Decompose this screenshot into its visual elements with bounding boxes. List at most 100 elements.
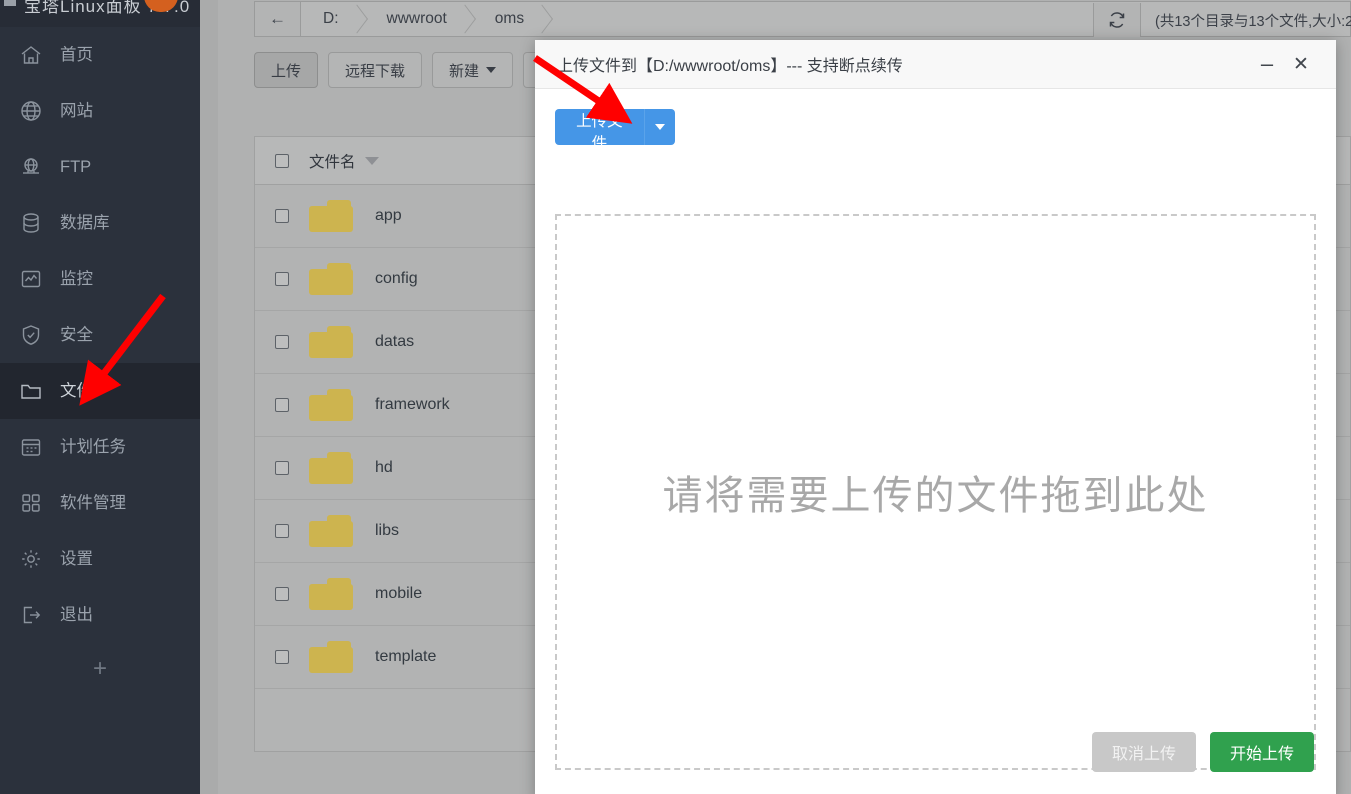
file-name: framework — [375, 396, 450, 414]
upload-file-button-group: 上传文件 — [555, 109, 675, 145]
breadcrumb-item-oms[interactable]: oms — [473, 2, 550, 36]
sidebar-item-label: 安全 — [60, 327, 93, 344]
file-name: config — [375, 270, 418, 288]
sidebar-item-label: FTP — [60, 159, 91, 176]
dialog-header: 上传文件到【D:/wwwroot/oms】--- 支持断点续传 – ✕ — [535, 40, 1336, 89]
sidebar-nav: 首页 网站 FTP — [0, 27, 200, 643]
row-select-cell — [255, 272, 309, 286]
sidebar-item-security[interactable]: 安全 — [0, 307, 200, 363]
sidebar-item-crontab[interactable]: 计划任务 — [0, 419, 200, 475]
folder-icon — [309, 452, 353, 484]
row-select-cell — [255, 587, 309, 601]
file-dropzone[interactable]: 请将需要上传的文件拖到此处 — [555, 214, 1316, 770]
brand-logo-icon — [4, 0, 16, 6]
close-icon[interactable]: ✕ — [1284, 47, 1318, 81]
sidebar-item-database[interactable]: 数据库 — [0, 195, 200, 251]
row-select-cell — [255, 398, 309, 412]
row-checkbox[interactable] — [275, 398, 289, 412]
dropzone-label: 请将需要上传的文件拖到此处 — [663, 463, 1209, 521]
row-checkbox[interactable] — [275, 209, 289, 223]
sidebar-item-label: 数据库 — [60, 215, 110, 232]
upload-dialog: 上传文件到【D:/wwwroot/oms】--- 支持断点续传 – ✕ 上传文件… — [535, 40, 1336, 794]
file-name: libs — [375, 522, 399, 540]
file-name: template — [375, 648, 436, 666]
row-checkbox[interactable] — [275, 272, 289, 286]
calendar-icon — [18, 434, 44, 460]
sidebar-item-label: 软件管理 — [60, 495, 126, 512]
new-button-label: 新建 — [449, 60, 479, 81]
sidebar-brand-bar: 宝塔Linux面板 7.7.0 — [0, 0, 200, 27]
sidebar: 宝塔Linux面板 7.7.0 首页 网站 — [0, 0, 200, 794]
folder-icon — [309, 263, 353, 295]
sidebar-add-button[interactable]: + — [0, 643, 200, 695]
sidebar-item-label: 首页 — [60, 47, 93, 64]
upload-button-label: 上传 — [271, 60, 301, 81]
row-select-cell — [255, 209, 309, 223]
sidebar-item-label: 监控 — [60, 271, 93, 288]
sidebar-item-label: 退出 — [60, 607, 93, 624]
select-all-cell — [255, 154, 309, 168]
breadcrumb: ← D: wwwroot oms (共13个目录与13个文件,大小:249.3 — [254, 1, 1351, 37]
file-name: hd — [375, 459, 393, 477]
column-header-filename[interactable]: 文件名 — [309, 150, 379, 172]
folder-icon — [309, 326, 353, 358]
breadcrumb-list: D: wwwroot oms — [301, 2, 550, 36]
column-header-label: 文件名 — [309, 150, 356, 172]
folder-icon — [309, 641, 353, 673]
sidebar-item-monitor[interactable]: 监控 — [0, 251, 200, 307]
upload-file-button[interactable]: 上传文件 — [555, 109, 644, 145]
sidebar-item-logout[interactable]: 退出 — [0, 587, 200, 643]
sidebar-item-label: 计划任务 — [60, 439, 126, 456]
start-upload-button[interactable]: 开始上传 — [1210, 732, 1314, 772]
row-checkbox[interactable] — [275, 650, 289, 664]
row-checkbox[interactable] — [275, 587, 289, 601]
sort-desc-icon — [365, 157, 379, 165]
sidebar-item-label: 文件 — [60, 383, 93, 400]
refresh-icon[interactable] — [1093, 3, 1141, 37]
minimize-icon[interactable]: – — [1250, 47, 1284, 81]
row-checkbox[interactable] — [275, 461, 289, 475]
sidebar-item-website[interactable]: 网站 — [0, 83, 200, 139]
chart-icon — [18, 266, 44, 292]
upload-options-button[interactable] — [644, 109, 675, 145]
new-button[interactable]: 新建 — [432, 52, 513, 88]
folder-icon — [309, 578, 353, 610]
select-all-checkbox[interactable] — [275, 154, 289, 168]
database-icon — [18, 210, 44, 236]
shield-icon — [18, 322, 44, 348]
sidebar-item-software[interactable]: 软件管理 — [0, 475, 200, 531]
sidebar-item-label: 设置 — [60, 551, 93, 568]
logout-icon — [18, 602, 44, 628]
remote-download-label: 远程下载 — [345, 60, 405, 81]
breadcrumb-back-button[interactable]: ← — [255, 2, 301, 36]
breadcrumb-item-wwwroot[interactable]: wwwroot — [365, 2, 473, 36]
server-icon — [18, 154, 44, 180]
folder-icon — [309, 515, 353, 547]
sidebar-item-ftp[interactable]: FTP — [0, 139, 200, 195]
folder-icon — [18, 378, 44, 404]
folder-icon — [309, 200, 353, 232]
breadcrumb-item-drive[interactable]: D: — [301, 2, 365, 36]
row-select-cell — [255, 335, 309, 349]
sidebar-item-files[interactable]: 文件 — [0, 363, 200, 419]
row-checkbox[interactable] — [275, 524, 289, 538]
sidebar-item-settings[interactable]: 设置 — [0, 531, 200, 587]
home-icon — [18, 42, 44, 68]
globe-icon — [18, 98, 44, 124]
row-checkbox[interactable] — [275, 335, 289, 349]
dialog-body: 上传文件 请将需要上传的文件拖到此处 取消上传 开始上传 — [535, 89, 1336, 794]
folder-icon — [309, 389, 353, 421]
cancel-upload-button[interactable]: 取消上传 — [1092, 732, 1196, 772]
row-select-cell — [255, 461, 309, 475]
gear-icon — [18, 546, 44, 572]
apps-icon — [18, 490, 44, 516]
chevron-down-icon — [655, 124, 665, 130]
upload-button[interactable]: 上传 — [254, 52, 318, 88]
file-name: datas — [375, 333, 414, 351]
remote-download-button[interactable]: 远程下载 — [328, 52, 422, 88]
chevron-down-icon — [486, 67, 496, 73]
sidebar-item-home[interactable]: 首页 — [0, 27, 200, 83]
app-root: 宝塔Linux面板 7.7.0 首页 网站 — [0, 0, 1351, 794]
row-select-cell — [255, 524, 309, 538]
dialog-title: 上传文件到【D:/wwwroot/oms】--- 支持断点续传 — [557, 52, 1250, 76]
